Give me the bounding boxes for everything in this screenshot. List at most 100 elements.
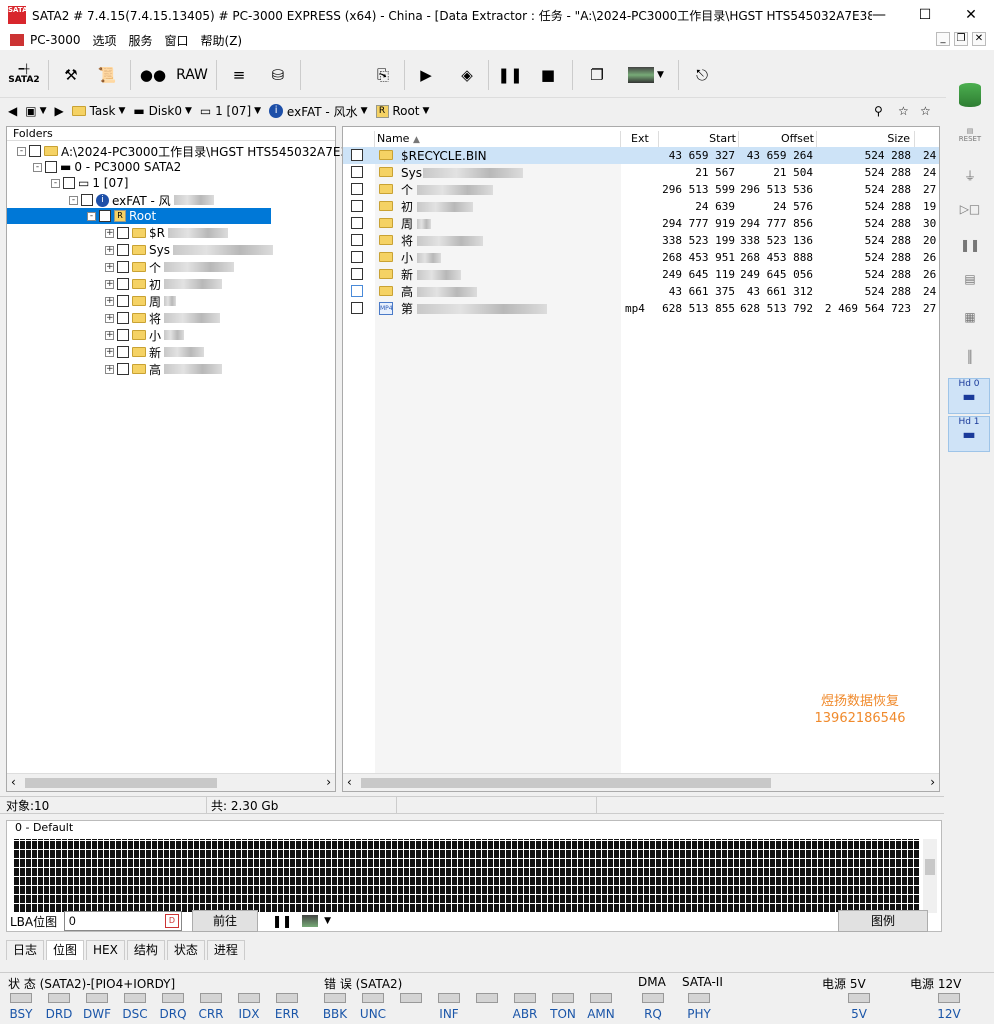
tree-horizontal-scrollbar[interactable]: ‹ ›: [7, 773, 335, 791]
mdi-close-icon[interactable]: ✕: [972, 32, 986, 46]
bitmap-button[interactable]: ▼: [620, 58, 672, 92]
nav-disk[interactable]: ▬ Disk0 ▼: [133, 104, 192, 118]
favorite-button[interactable]: ☆: [920, 104, 931, 118]
checkbox[interactable]: [117, 244, 129, 256]
bitmap-vertical-scrollbar[interactable]: [923, 839, 937, 913]
tab-log[interactable]: 日志: [6, 940, 45, 960]
nav-root[interactable]: R Root ▼: [375, 104, 429, 118]
menu-options[interactable]: 选项: [92, 32, 116, 49]
tree-node[interactable]: + 高: [105, 361, 223, 377]
map-icon[interactable]: [302, 915, 319, 927]
checkbox[interactable]: [117, 295, 129, 307]
sata2-button[interactable]: ━┼ SATA2: [6, 58, 42, 92]
checkbox[interactable]: [117, 261, 129, 273]
raw-button[interactable]: RAW: [172, 58, 212, 92]
collapse-icon[interactable]: -: [69, 195, 78, 205]
collapse-icon[interactable]: -: [87, 211, 96, 221]
nav-partition[interactable]: ▭ 1 [07] ▼: [200, 104, 261, 118]
tab-bitmap[interactable]: 位图: [46, 940, 85, 960]
checkbox[interactable]: [29, 145, 41, 157]
tree-node[interactable]: + 周: [105, 293, 177, 309]
reset-button[interactable]: ▤ RESET: [952, 120, 988, 150]
disk-tool-button[interactable]: ≡: [222, 58, 256, 92]
file-row[interactable]: MP4 第 mp4 628 513 855 628 513 792 2 469 564 7…: [343, 300, 939, 317]
column-header-check[interactable]: [343, 131, 375, 147]
file-row[interactable]: 新 249 645 119 249 645 056 524 288 26: [343, 266, 939, 283]
tree-node[interactable]: + 新: [105, 344, 205, 360]
scroll-thumb[interactable]: [25, 778, 217, 788]
history-button[interactable]: ▣ ▼: [25, 104, 46, 118]
collapse-icon[interactable]: -: [17, 146, 26, 156]
favorites-button[interactable]: ☆: [898, 104, 909, 118]
collapse-icon[interactable]: -: [51, 178, 60, 188]
back-button[interactable]: ◀: [8, 104, 17, 118]
chip-icon[interactable]: ▦: [952, 302, 988, 332]
pause-icon[interactable]: ❚❚: [272, 914, 292, 928]
tree-node-partition[interactable]: - ▭ 1 [07]: [51, 175, 128, 191]
checkbox[interactable]: [117, 363, 129, 375]
close-button[interactable]: ✕: [948, 0, 994, 30]
tab-hex[interactable]: HEX: [86, 940, 125, 960]
menu-pc3000[interactable]: PC-3000: [30, 33, 80, 47]
legend-button[interactable]: 图例: [838, 910, 928, 932]
file-row[interactable]: Sys 21 567 21 504 524 288 24: [343, 164, 939, 181]
column-header-size[interactable]: Size: [817, 131, 915, 147]
checkbox[interactable]: [117, 329, 129, 341]
database-icon[interactable]: [952, 80, 988, 110]
scroll-left-icon[interactable]: ‹: [347, 775, 352, 789]
tree-node-task[interactable]: - A:\2024-PC3000工作目录\HGST HTS545032A7E380…: [17, 143, 380, 159]
tools-button[interactable]: ⚒: [56, 58, 86, 92]
checkbox[interactable]: [351, 166, 363, 178]
port-icon[interactable]: ▤: [952, 264, 988, 294]
tree-node[interactable]: + 小: [105, 327, 185, 343]
checkbox[interactable]: [117, 312, 129, 324]
checkbox[interactable]: [117, 346, 129, 358]
connector-icon[interactable]: ║: [952, 342, 988, 372]
checkbox[interactable]: [117, 278, 129, 290]
file-row[interactable]: 周 294 777 919 294 777 856 524 288 30: [343, 215, 939, 232]
tree-node-root[interactable]: - R Root: [7, 208, 271, 224]
checkbox[interactable]: [351, 251, 363, 263]
tab-process[interactable]: 进程: [206, 940, 245, 960]
storage-button[interactable]: ⛁: [262, 58, 294, 92]
go-button[interactable]: 前往: [192, 910, 258, 932]
file-row[interactable]: $RECYCLE.BIN 43 659 327 43 659 264 524 288 2…: [343, 147, 939, 164]
hd0-button[interactable]: Hd 0 ▬: [948, 378, 990, 414]
column-header-offset[interactable]: Offset: [739, 131, 817, 147]
file-row[interactable]: 将 338 523 199 338 523 136 524 288 20: [343, 232, 939, 249]
checkbox[interactable]: [351, 149, 363, 161]
nav-task[interactable]: Task ▼: [71, 104, 125, 118]
scroll-right-icon[interactable]: ›: [930, 775, 935, 789]
checkbox[interactable]: [351, 200, 363, 212]
file-row[interactable]: 个 296 513 599 296 513 536 524 288 27: [343, 181, 939, 198]
tree-node[interactable]: + 将: [105, 310, 221, 326]
tree-node-filesystem[interactable]: - i exFAT - 风: [69, 192, 214, 208]
checkbox[interactable]: [351, 302, 363, 314]
hd1-button[interactable]: Hd 1 ▬: [948, 416, 990, 452]
checkbox[interactable]: [81, 194, 93, 206]
forward-button[interactable]: ▶: [55, 104, 64, 118]
menu-help[interactable]: 帮助(Z): [201, 32, 243, 49]
file-row[interactable]: 小 268 453 951 268 453 888 524 288 26: [343, 249, 939, 266]
power-icon[interactable]: ⏚: [952, 160, 988, 190]
scroll-thumb[interactable]: [361, 778, 771, 788]
scroll-right-icon[interactable]: ›: [326, 775, 331, 789]
file-row[interactable]: 初 24 639 24 576 524 288 19: [343, 198, 939, 215]
checkbox[interactable]: [117, 227, 129, 239]
column-header-name[interactable]: Name ▲: [375, 131, 621, 147]
script-button[interactable]: 📜: [92, 58, 122, 92]
nav-filesystem[interactable]: i exFAT - 风水 ▼: [269, 103, 368, 120]
list-horizontal-scrollbar[interactable]: ‹ ›: [343, 773, 939, 791]
checkbox[interactable]: [351, 268, 363, 280]
checkbox[interactable]: [351, 217, 363, 229]
tree-node[interactable]: + 个: [105, 259, 235, 275]
tree-button[interactable]: ◈: [448, 58, 486, 92]
tree-node-disk[interactable]: - ▬ 0 - PC3000 SATA2: [33, 159, 181, 175]
minimize-button[interactable]: —: [856, 0, 902, 30]
exit-button[interactable]: ⎋: [688, 58, 716, 92]
lba-bitmap-grid[interactable]: [13, 839, 919, 913]
stop-button[interactable]: ■: [534, 58, 562, 92]
collapse-icon[interactable]: -: [33, 162, 42, 172]
checkbox[interactable]: [63, 177, 75, 189]
file-row[interactable]: 高 43 661 375 43 661 312 524 288 24: [343, 283, 939, 300]
